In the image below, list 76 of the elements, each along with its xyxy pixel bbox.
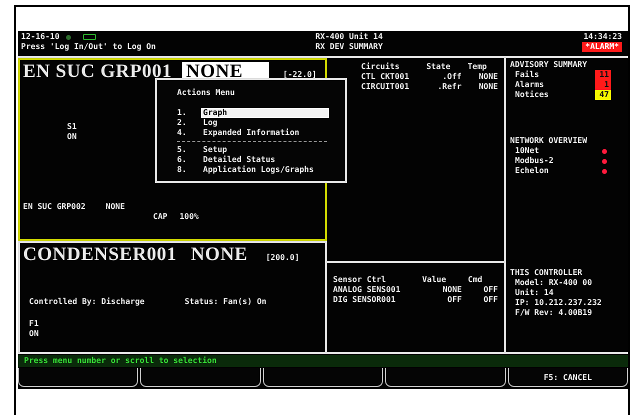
menu-item[interactable]: Setup bbox=[201, 145, 230, 155]
table-cell: DIG SENSOR001 bbox=[333, 295, 396, 305]
controller-info: F/W Rev: 4.00B19 bbox=[514, 308, 594, 318]
network-label: 10Net bbox=[515, 146, 540, 156]
section-title: THIS CONTROLLER bbox=[510, 268, 584, 278]
table-cell: CIRCUIT001 bbox=[361, 82, 410, 92]
login-hint: Press 'Log In/Out' to Log On bbox=[21, 42, 156, 52]
unit-title: RX-400 Unit 14 bbox=[315, 32, 383, 42]
output-label: S1 bbox=[67, 122, 77, 132]
table-cell: ANALOG SENS001 bbox=[333, 285, 400, 295]
section-title: NETWORK OVERVIEW bbox=[510, 136, 588, 146]
menu-number: 1. bbox=[177, 108, 188, 118]
column-header: State bbox=[426, 62, 450, 72]
menu-item[interactable]: Detailed Status bbox=[201, 155, 278, 165]
status-text: Status: Fan(s) On bbox=[184, 297, 266, 307]
column-header: Temp bbox=[468, 62, 487, 72]
prompt-text: Press menu number or scroll to selection bbox=[24, 356, 217, 366]
table-cell: CTL CKT001 bbox=[361, 72, 410, 82]
network-label: Modbus-2 bbox=[515, 156, 554, 166]
menu-number: 6. bbox=[177, 155, 188, 165]
output-label: F1 bbox=[29, 319, 39, 329]
column-header: Cmd bbox=[468, 275, 482, 285]
advisory-label: Alarms bbox=[515, 80, 544, 90]
capacity-label: CAP bbox=[153, 212, 168, 222]
table-cell: .Off bbox=[442, 72, 462, 82]
table-cell: NONE bbox=[478, 72, 498, 82]
count-badge: 11 bbox=[595, 70, 611, 80]
status-dot-icon bbox=[66, 34, 71, 40]
controller-info: Unit: 14 bbox=[514, 288, 555, 298]
group-status: NONE bbox=[190, 245, 249, 265]
menu-title: Actions Menu bbox=[177, 88, 236, 98]
menu-item[interactable]: Graph bbox=[201, 108, 329, 118]
network-label: Echelon bbox=[515, 166, 549, 176]
menu-number: 4. bbox=[177, 128, 188, 138]
controlled-by-text: Controlled By: Discharge bbox=[29, 297, 145, 307]
clock-text: 14:34:23 bbox=[583, 32, 622, 42]
group-name: CONDENSER001 bbox=[23, 245, 177, 265]
menu-item[interactable]: Log bbox=[201, 118, 220, 128]
count-badge: 47 bbox=[595, 90, 611, 100]
column-header: Value bbox=[422, 275, 446, 285]
advisory-label: Fails bbox=[515, 70, 540, 80]
setpoint-reading: [-22.0] bbox=[282, 70, 317, 80]
menu-item[interactable]: Application Logs/Graphs bbox=[201, 165, 316, 175]
table-cell: NONE bbox=[442, 285, 462, 295]
function-key[interactable] bbox=[140, 368, 261, 387]
function-key[interactable]: F5: CANCEL bbox=[508, 368, 628, 387]
screen-title: RX DEV SUMMARY bbox=[315, 42, 383, 52]
capacity-value: 100% bbox=[179, 212, 199, 222]
controller-info: Model: RX-400 00 bbox=[514, 278, 594, 288]
group-status: NONE bbox=[106, 202, 125, 212]
table-cell: OFF bbox=[447, 295, 462, 305]
date-text: 12-16-10 bbox=[21, 32, 60, 42]
alarm-badge: *ALARM* bbox=[582, 42, 622, 52]
function-key[interactable] bbox=[385, 368, 506, 387]
setpoint-reading: [200.0] bbox=[266, 253, 300, 263]
menu-number: 2. bbox=[177, 118, 188, 128]
function-key[interactable] bbox=[18, 368, 138, 387]
section-title: ADVISORY SUMMARY bbox=[510, 60, 588, 70]
battery-icon bbox=[82, 34, 96, 40]
table-cell: NONE bbox=[478, 82, 498, 92]
output-state: ON bbox=[29, 329, 39, 339]
group-name: EN SUC GRP001 bbox=[23, 62, 172, 82]
function-key[interactable] bbox=[262, 368, 384, 387]
controller-info: IP: 10.212.237.232 bbox=[514, 298, 603, 308]
group-name: EN SUC GRP002 bbox=[23, 202, 86, 212]
menu-item[interactable]: Expanded Information bbox=[201, 128, 302, 138]
table-cell: OFF bbox=[484, 285, 498, 295]
menu-number: 8. bbox=[177, 165, 188, 175]
column-header: Sensor Ctrl bbox=[333, 275, 386, 285]
table-cell: OFF bbox=[484, 295, 498, 305]
table-cell: .Refr bbox=[437, 82, 462, 92]
menu-number: 5. bbox=[177, 145, 188, 155]
column-header: Circuits bbox=[361, 62, 400, 72]
output-state: ON bbox=[67, 132, 77, 142]
advisory-label: Notices bbox=[515, 90, 549, 100]
count-badge: 1 bbox=[595, 80, 611, 90]
